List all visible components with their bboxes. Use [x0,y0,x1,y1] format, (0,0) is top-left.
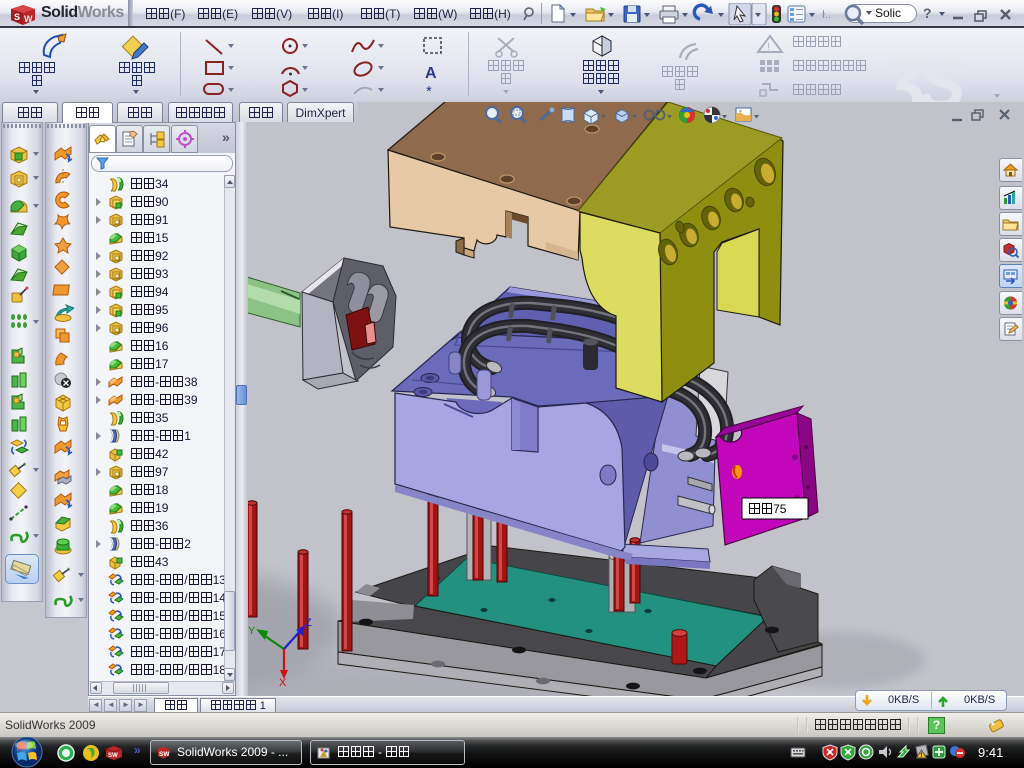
svg-text:*: * [67,566,71,576]
svg-text:!: ! [920,753,922,759]
svg-text:SW: SW [159,751,170,758]
svg-text:!: ! [767,42,770,53]
svg-text:X: X [279,677,287,689]
svg-text:Ɨ..: Ɨ.. [822,9,831,21]
svg-text:*: * [23,461,27,471]
svg-text:*: * [426,83,432,100]
svg-text:Z: Z [305,617,312,629]
svg-text:Y: Y [248,625,256,637]
svg-text:A: A [425,65,437,82]
svg-text:W: W [24,14,33,24]
svg-text:SW: SW [108,753,118,759]
svg-text:S: S [14,12,20,22]
